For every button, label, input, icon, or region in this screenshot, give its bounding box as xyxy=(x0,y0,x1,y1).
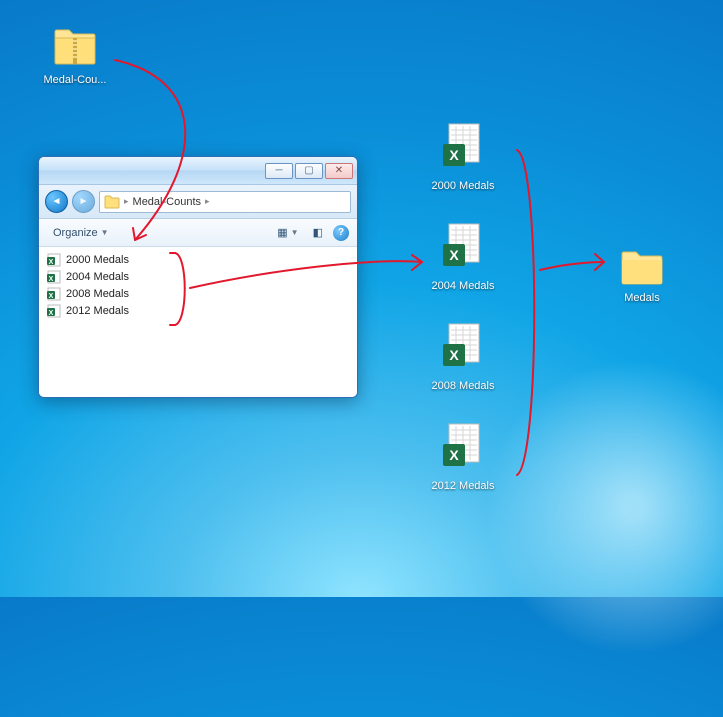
svg-text:X: X xyxy=(449,147,459,163)
nav-forward-button[interactable]: ► xyxy=(72,190,95,213)
svg-text:X: X xyxy=(49,310,54,317)
close-button[interactable]: ✕ xyxy=(325,163,353,179)
file-item[interactable]: X 2008 Medals xyxy=(45,285,351,302)
svg-text:X: X xyxy=(49,276,54,283)
desktop-excel-label: 2000 Medals xyxy=(430,179,497,194)
minimize-button[interactable]: ─ xyxy=(265,163,293,179)
file-item[interactable]: X 2012 Medals xyxy=(45,302,351,319)
maximize-button[interactable]: ▢ xyxy=(295,163,323,179)
excel-file-icon: X xyxy=(439,422,487,476)
breadcrumb-current: Medal-Counts xyxy=(133,196,201,208)
chevron-down-icon: ▼ xyxy=(291,228,299,237)
file-list: X 2000 Medals X 2004 Medals X 2008 Medal… xyxy=(39,247,357,397)
excel-file-icon: X xyxy=(47,304,61,318)
desktop-zip-icon[interactable]: Medal-Cou... xyxy=(35,22,115,88)
svg-text:X: X xyxy=(449,347,459,363)
organize-button[interactable]: Organize ▼ xyxy=(47,225,115,241)
excel-file-icon: X xyxy=(439,122,487,176)
desktop-excel-2008[interactable]: X 2008 Medals xyxy=(423,322,503,394)
excel-file-icon: X xyxy=(439,322,487,376)
breadcrumb-separator: ▸ xyxy=(124,196,129,207)
view-icon: ▦ xyxy=(277,226,287,239)
folder-icon xyxy=(618,248,666,288)
svg-text:X: X xyxy=(49,293,54,300)
file-name: 2012 Medals xyxy=(66,305,129,317)
file-name: 2000 Medals xyxy=(66,254,129,266)
file-name: 2008 Medals xyxy=(66,288,129,300)
file-name: 2004 Medals xyxy=(66,271,129,283)
help-button[interactable]: ? xyxy=(333,225,349,241)
svg-text:X: X xyxy=(449,247,459,263)
file-item[interactable]: X 2000 Medals xyxy=(45,251,351,268)
excel-file-icon: X xyxy=(439,222,487,276)
desktop-excel-label: 2012 Medals xyxy=(430,479,497,494)
chevron-down-icon: ▼ xyxy=(101,228,109,237)
zip-folder-icon xyxy=(51,22,99,70)
preview-pane-button[interactable]: ◧ xyxy=(309,224,327,241)
pane-icon: ◧ xyxy=(313,226,323,239)
explorer-window[interactable]: ─ ▢ ✕ ◄ ► ▸ Medal-Counts ▸ Organize ▼ ▦ … xyxy=(38,156,358,398)
desktop-excel-label: 2008 Medals xyxy=(430,379,497,394)
nav-bar: ◄ ► ▸ Medal-Counts ▸ xyxy=(39,185,357,219)
file-item[interactable]: X 2004 Medals xyxy=(45,268,351,285)
desktop-folder-medals[interactable]: Medals xyxy=(602,248,682,306)
excel-file-icon: X xyxy=(47,287,61,301)
folder-icon xyxy=(104,195,120,209)
svg-text:X: X xyxy=(49,259,54,266)
excel-file-icon: X xyxy=(47,253,61,267)
organize-label: Organize xyxy=(53,227,98,239)
svg-text:X: X xyxy=(449,447,459,463)
toolbar: Organize ▼ ▦ ▼ ◧ ? xyxy=(39,219,357,247)
desktop-excel-label: 2004 Medals xyxy=(430,279,497,294)
excel-file-icon: X xyxy=(47,270,61,284)
breadcrumb-separator: ▸ xyxy=(205,196,210,207)
desktop-excel-2012[interactable]: X 2012 Medals xyxy=(423,422,503,494)
title-bar[interactable]: ─ ▢ ✕ xyxy=(39,157,357,185)
view-button[interactable]: ▦ ▼ xyxy=(273,224,302,241)
desktop-zip-label: Medal-Cou... xyxy=(42,73,109,88)
desktop-excel-2000[interactable]: X 2000 Medals xyxy=(423,122,503,194)
nav-back-button[interactable]: ◄ xyxy=(45,190,68,213)
address-bar[interactable]: ▸ Medal-Counts ▸ xyxy=(99,191,351,213)
desktop-excel-2004[interactable]: X 2004 Medals xyxy=(423,222,503,294)
desktop-folder-label: Medals xyxy=(622,291,661,306)
